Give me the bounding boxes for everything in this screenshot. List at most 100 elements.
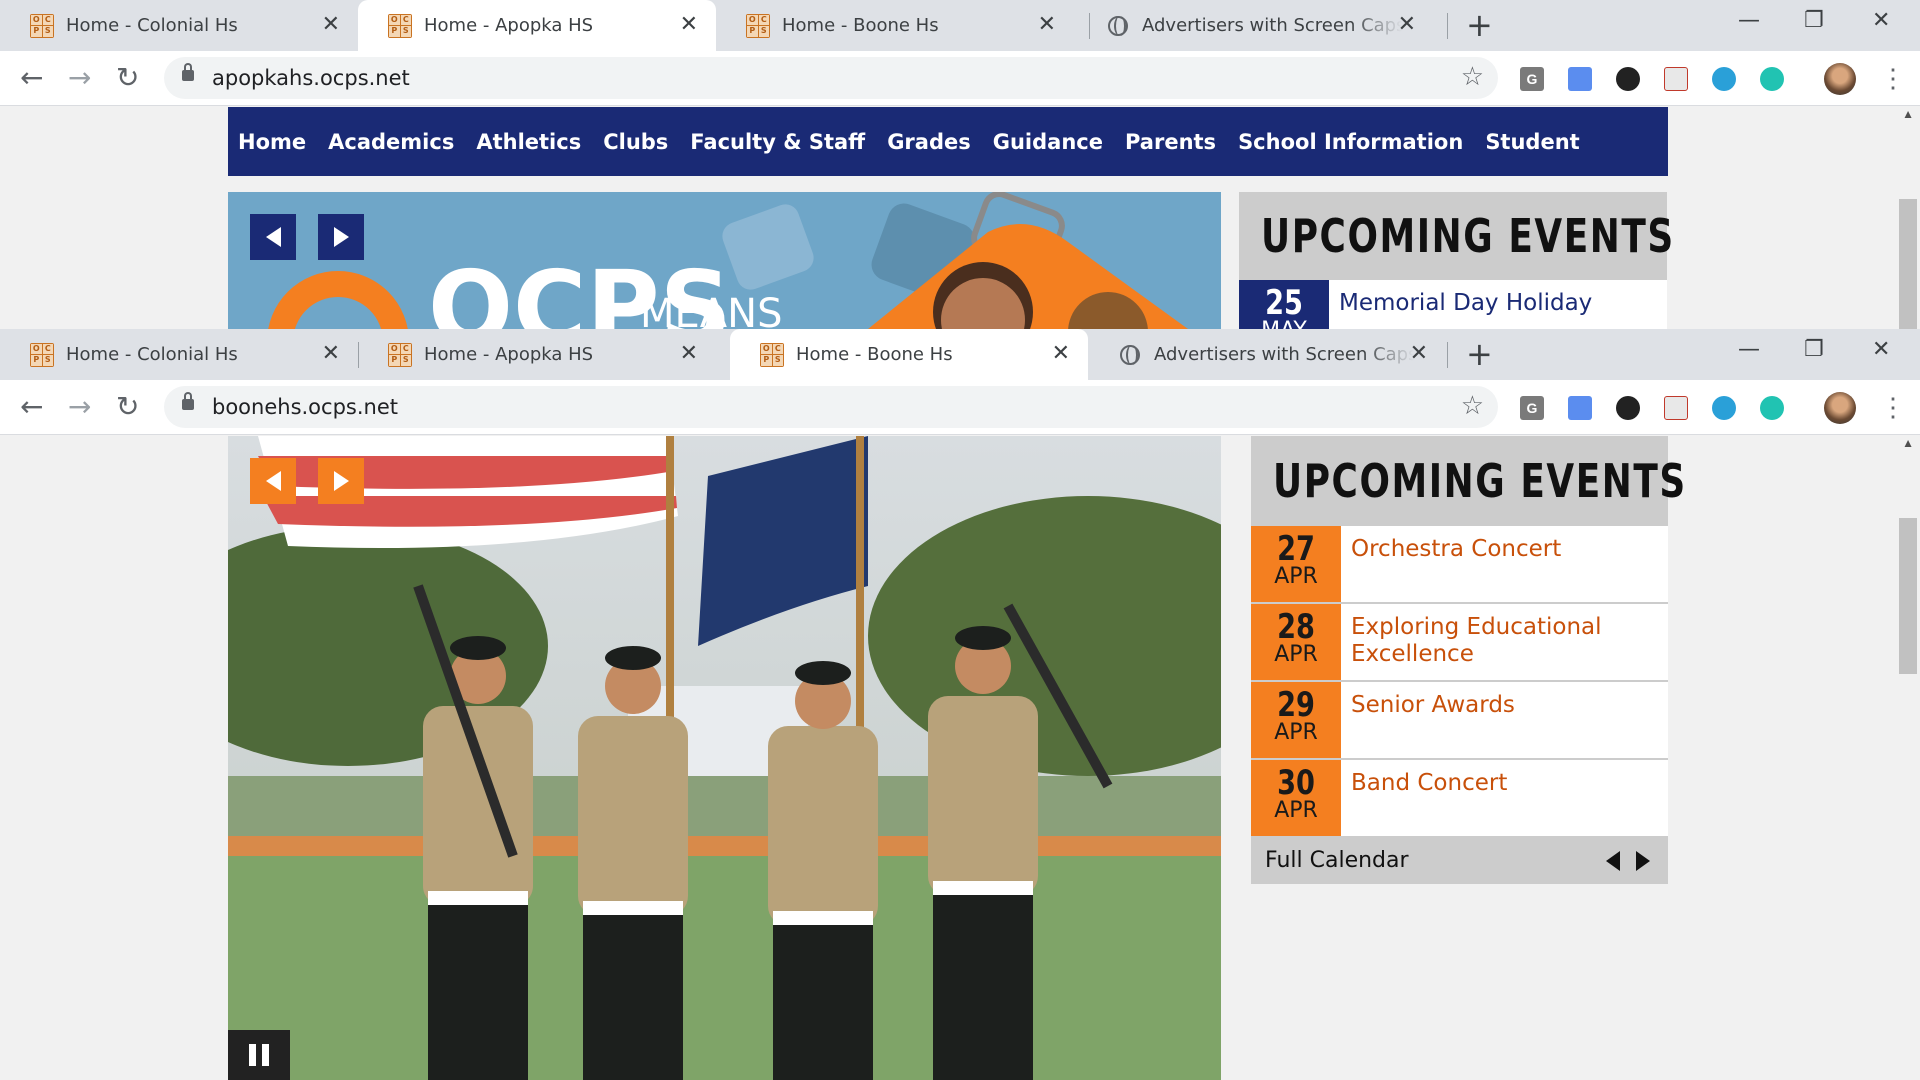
event-title[interactable]: Senior Awards — [1351, 692, 1658, 719]
scroll-thumb[interactable] — [1899, 199, 1917, 329]
event-title[interactable]: Exploring Educational Excellence — [1351, 614, 1658, 668]
tab-close-icon[interactable]: ✕ — [1398, 12, 1416, 37]
tab-title: Home - Colonial Hs — [66, 344, 238, 365]
event-title[interactable]: Orchestra Concert — [1351, 536, 1658, 563]
tab-close-icon[interactable]: ✕ — [1410, 341, 1428, 366]
m-extension-icon[interactable] — [1760, 396, 1784, 420]
reload-icon[interactable]: ↻ — [116, 61, 139, 94]
event-date-badge: 30 APR — [1251, 760, 1341, 836]
event-item[interactable]: 27 APR Orchestra Concert — [1251, 526, 1668, 604]
address-bar[interactable]: apopkahs.ocps.net ☆ — [164, 57, 1498, 99]
tab-apopka[interactable]: OCPS Home - Apopka HS ✕ — [358, 329, 716, 380]
bookmark-star-icon[interactable]: ☆ — [1461, 61, 1484, 92]
slide-image: OCPS MEANS — [268, 192, 1188, 329]
calendar-next-icon[interactable] — [1636, 851, 1650, 871]
pdf-extension-icon[interactable] — [1664, 67, 1688, 91]
new-tab-icon[interactable]: + — [1466, 335, 1493, 373]
event-date-badge: 25 MAY — [1239, 280, 1329, 329]
event-day: 25 — [1265, 283, 1303, 323]
slide-prev-button[interactable] — [250, 214, 296, 260]
scroll-thumb[interactable] — [1899, 518, 1917, 674]
bookmark-star-icon[interactable]: ☆ — [1461, 390, 1484, 421]
nav-parents[interactable]: Parents — [1125, 130, 1216, 154]
profile-avatar[interactable] — [1824, 392, 1856, 424]
upcoming-events-panel: UPCOMING EVENTS 27 APR Orchestra Concert… — [1251, 436, 1685, 884]
slide-prev-button[interactable] — [250, 458, 296, 504]
m-extension-icon[interactable] — [1760, 67, 1784, 91]
event-item[interactable]: 30 APR Band Concert — [1251, 760, 1668, 838]
tab-close-icon[interactable]: ✕ — [1038, 12, 1056, 37]
lock-icon — [182, 63, 194, 81]
minimize-icon[interactable]: — — [1738, 8, 1760, 33]
profile-avatar[interactable] — [1824, 63, 1856, 95]
restore-icon[interactable]: ❐ — [1804, 8, 1824, 33]
scroll-up-arrow-icon[interactable]: ▲ — [1902, 107, 1914, 121]
menu-icon[interactable]: ⋮ — [1880, 63, 1906, 94]
slide-next-button[interactable] — [318, 458, 364, 504]
nav-grades[interactable]: Grades — [887, 130, 971, 154]
scrollbar[interactable]: ▲ — [1896, 436, 1920, 1080]
tab-boone[interactable]: OCPS Home - Boone Hs ✕ — [716, 0, 1074, 51]
nav-student[interactable]: Student — [1485, 130, 1579, 154]
reload-icon[interactable]: ↻ — [116, 390, 139, 423]
browser-toolbar: ← → ↻ boonehs.ocps.net ☆ G ⋮ — [0, 380, 1920, 435]
event-month: APR — [1274, 564, 1318, 589]
blocked-extension-icon[interactable] — [1712, 396, 1736, 420]
event-day: 30 — [1277, 763, 1315, 803]
event-title[interactable]: Memorial Day Holiday — [1339, 290, 1657, 317]
full-calendar-link[interactable]: Full Calendar — [1265, 848, 1409, 873]
event-item[interactable]: 29 APR Senior Awards — [1251, 682, 1668, 760]
tab-apopka[interactable]: OCPS Home - Apopka HS ✕ — [358, 0, 716, 51]
forward-icon[interactable]: → — [68, 61, 91, 94]
camera-extension-icon[interactable] — [1568, 67, 1592, 91]
lock-icon — [182, 392, 194, 410]
menu-icon[interactable]: ⋮ — [1880, 392, 1906, 423]
tab-close-icon[interactable]: ✕ — [680, 12, 698, 37]
sync-extension-icon[interactable] — [1616, 67, 1640, 91]
event-item[interactable]: 28 APR Exploring Educational Excellence — [1251, 604, 1668, 682]
tab-close-icon[interactable]: ✕ — [322, 12, 340, 37]
arrow-left-icon — [265, 471, 281, 491]
forward-icon[interactable]: → — [68, 390, 91, 423]
window-close-icon[interactable]: ✕ — [1872, 337, 1890, 362]
restore-icon[interactable]: ❐ — [1804, 337, 1824, 362]
tab-colonial[interactable]: OCPS Home - Colonial Hs ✕ — [0, 0, 358, 51]
window-close-icon[interactable]: ✕ — [1872, 8, 1890, 33]
nav-school-information[interactable]: School Information — [1238, 130, 1463, 154]
new-tab-icon[interactable]: + — [1466, 6, 1493, 44]
event-item[interactable]: 25 MAY Memorial Day Holiday — [1239, 280, 1667, 329]
calendar-prev-icon[interactable] — [1606, 851, 1620, 871]
tab-colonial[interactable]: OCPS Home - Colonial Hs ✕ — [0, 329, 358, 380]
nav-home[interactable]: Home — [238, 130, 306, 154]
blocked-extension-icon[interactable] — [1712, 67, 1736, 91]
tab-close-icon[interactable]: ✕ — [680, 341, 698, 366]
minimize-icon[interactable]: — — [1738, 337, 1760, 362]
slide-pause-button[interactable] — [228, 1030, 290, 1080]
tab-strip: OCPS Home - Colonial Hs ✕ OCPS Home - Ap… — [0, 329, 1920, 380]
grammarly-extension-icon[interactable]: G — [1520, 67, 1544, 91]
tab-advertisers[interactable]: Advertisers with Screen Caps of t ✕ — [1076, 0, 1434, 51]
nav-academics[interactable]: Academics — [328, 130, 454, 154]
pause-icon — [262, 1044, 269, 1066]
tab-close-icon[interactable]: ✕ — [322, 341, 340, 366]
back-icon[interactable]: ← — [20, 61, 43, 94]
scroll-up-arrow-icon[interactable]: ▲ — [1902, 436, 1914, 450]
nav-guidance[interactable]: Guidance — [993, 130, 1103, 154]
event-month: APR — [1274, 720, 1318, 745]
grammarly-extension-icon[interactable]: G — [1520, 396, 1544, 420]
nav-faculty-staff[interactable]: Faculty & Staff — [690, 130, 865, 154]
camera-extension-icon[interactable] — [1568, 396, 1592, 420]
nav-clubs[interactable]: Clubs — [603, 130, 668, 154]
tab-strip: OCPS Home - Colonial Hs ✕ OCPS Home - Ap… — [0, 0, 1920, 51]
event-title[interactable]: Band Concert — [1351, 770, 1658, 797]
tab-advertisers[interactable]: Advertisers with Screen Caps of t ✕ — [1088, 329, 1446, 380]
slide-next-button[interactable] — [318, 214, 364, 260]
pdf-extension-icon[interactable] — [1664, 396, 1688, 420]
address-bar[interactable]: boonehs.ocps.net ☆ — [164, 386, 1498, 428]
sync-extension-icon[interactable] — [1616, 396, 1640, 420]
tab-close-icon[interactable]: ✕ — [1052, 341, 1070, 366]
nav-athletics[interactable]: Athletics — [476, 130, 581, 154]
scrollbar[interactable]: ▲ — [1896, 107, 1920, 329]
tab-boone[interactable]: OCPS Home - Boone Hs ✕ — [730, 329, 1088, 380]
back-icon[interactable]: ← — [20, 390, 43, 423]
